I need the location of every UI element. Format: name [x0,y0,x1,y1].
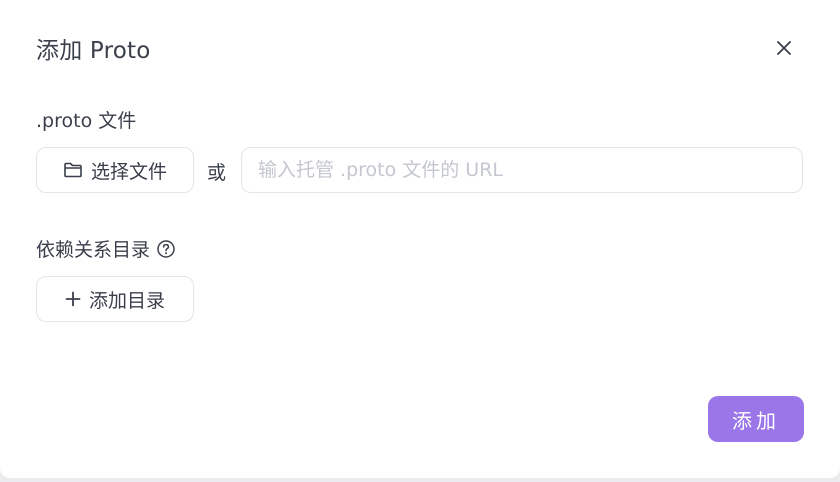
add-directory-label: 添加目录 [88,289,165,312]
dependencies-label-row: 依赖关系目录 [36,235,176,262]
add-directory-button[interactable]: 添加目录 [36,276,194,322]
choose-file-label: 选择文件 [90,160,167,183]
proto-file-label: .proto 文件 [36,110,137,132]
plus-icon [65,291,81,307]
or-text: 或 [207,162,227,184]
proto-url-input[interactable] [241,147,803,193]
close-icon [777,41,791,55]
help-circle-icon[interactable] [156,239,176,259]
dialog-title: 添加 Proto [36,38,151,64]
add-proto-dialog: 添加 Proto .proto 文件 选择文件 或 依赖关系目录 [0,0,840,478]
submit-add-button[interactable]: 添加 [708,396,804,442]
folder-icon [63,161,83,179]
close-button[interactable] [770,34,798,62]
choose-file-button[interactable]: 选择文件 [36,147,194,193]
dependencies-label: 依赖关系目录 [36,239,151,261]
